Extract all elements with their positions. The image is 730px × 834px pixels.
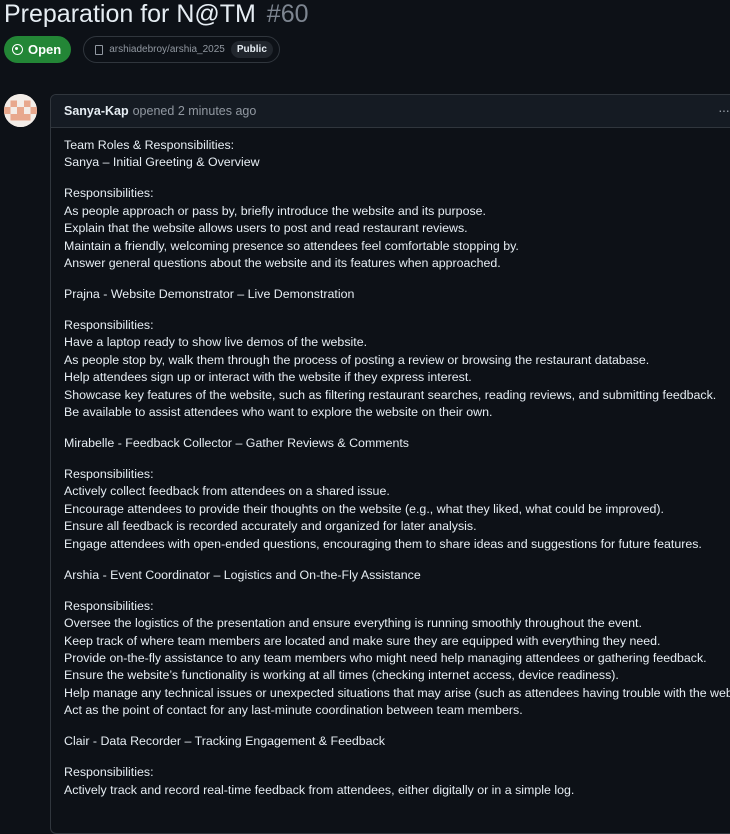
comment-line: Answer general questions about the websi…: [64, 256, 501, 271]
issue-meta-row: Open arshiadebroy/arshia_2025 Public: [4, 36, 280, 63]
comment-line: Be available to assist attendees who wan…: [64, 405, 493, 420]
issue-state-label: Open: [28, 42, 62, 57]
comment-line: As people stop by, walk them through the…: [64, 352, 650, 367]
comment-line: Have a laptop ready to show live demos o…: [64, 335, 368, 350]
author-avatar[interactable]: [4, 94, 37, 127]
kebab-horizontal-icon[interactable]: ···: [718, 103, 730, 117]
repo-icon: [95, 44, 104, 55]
comment-paragraph: Responsibilities: Oversee the logistics o…: [64, 598, 730, 720]
comment-line: Provide on-the-fly assistance to any tea…: [64, 650, 707, 665]
comment-line: As people approach or pass by, briefly i…: [64, 203, 486, 218]
comment-line: Responsibilities:: [64, 598, 154, 613]
comment-paragraph: Prajna - Website Demonstrator – Live Dem…: [64, 286, 730, 303]
comment-line: Act as the point of contact for any last…: [64, 703, 523, 718]
comment-paragraph: Responsibilities: As people approach or p…: [64, 185, 730, 272]
issue-number: #60: [266, 0, 309, 28]
comment-paragraph: Clair - Data Recorder – Tracking Engagem…: [64, 733, 730, 750]
comment-time[interactable]: 2 minutes ago: [178, 104, 257, 118]
repo-pill[interactable]: arshiadebroy/arshia_2025 Public: [83, 36, 280, 63]
comment-line: Responsibilities:: [64, 318, 154, 333]
comment-line: Responsibilities:: [64, 765, 154, 780]
comment-line: Keep track of where team members are loc…: [64, 633, 661, 648]
comment-line: Help manage any technical issues or unex…: [64, 685, 730, 700]
comment-line: Arshia - Event Coordinator – Logistics a…: [64, 567, 421, 582]
comment-line: Engage attendees with open-ended questio…: [64, 536, 702, 551]
comment-paragraph: Team Roles & Responsibilities: Sanya – In…: [64, 137, 730, 172]
issue-state-badge: Open: [4, 36, 72, 63]
comment-line: Mirabelle - Feedback Collector – Gather …: [64, 436, 410, 451]
comment-line: Maintain a friendly, welcoming presence …: [64, 238, 519, 253]
comment-body: Team Roles & Responsibilities: Sanya – In…: [51, 128, 730, 799]
comment-line: Responsibilities:: [64, 186, 154, 201]
comment-line: Ensure all feedback is recorded accurate…: [64, 519, 477, 534]
issue-comment: Sanya-Kap opened 2 minutes ago ··· Team …: [50, 94, 730, 834]
issue-title: Preparation for N@TM: [4, 0, 256, 28]
comment-line: Explain that the website allows users to…: [64, 221, 468, 236]
comment-line: Sanya – Initial Greeting & Overview: [64, 155, 260, 170]
comment-line: Prajna - Website Demonstrator – Live Dem…: [64, 287, 355, 302]
comment-line: Encourage attendees to provide their tho…: [64, 501, 664, 516]
comment-paragraph: Arshia - Event Coordinator – Logistics a…: [64, 567, 730, 584]
comment-line: Ensure the website’s functionality is wo…: [64, 668, 619, 683]
comment-paragraph: Mirabelle - Feedback Collector – Gather …: [64, 435, 730, 452]
comment-author[interactable]: Sanya-Kap: [64, 104, 129, 118]
repo-name[interactable]: arshiadebroy/arshia_2025: [109, 44, 225, 55]
comment-line: Showcase key features of the website, su…: [64, 387, 717, 402]
comment-paragraph: Responsibilities: Actively track and reco…: [64, 764, 730, 799]
comment-paragraph: Responsibilities: Actively collect feedba…: [64, 466, 730, 553]
comment-line: Help attendees sign up or interact with …: [64, 370, 472, 385]
comment-line: Clair - Data Recorder – Tracking Engagem…: [64, 734, 385, 749]
comment-line: Actively collect feedback from attendees…: [64, 484, 390, 499]
comment-line: Actively track and record real-time feed…: [64, 782, 575, 797]
issue-opened-icon: [12, 44, 23, 55]
comment-line: Team Roles & Responsibilities:: [64, 138, 235, 152]
visibility-badge: Public: [230, 41, 273, 58]
comment-line: Responsibilities:: [64, 467, 154, 482]
comment-action: opened: [132, 104, 175, 118]
comment-header: Sanya-Kap opened 2 minutes ago ···: [51, 95, 730, 128]
comment-paragraph: Responsibilities: Have a laptop ready to …: [64, 317, 730, 421]
comment-line: Oversee the logistics of the presentatio…: [64, 616, 642, 631]
issue-title-row: Preparation for N@TM #60: [4, 0, 309, 32]
